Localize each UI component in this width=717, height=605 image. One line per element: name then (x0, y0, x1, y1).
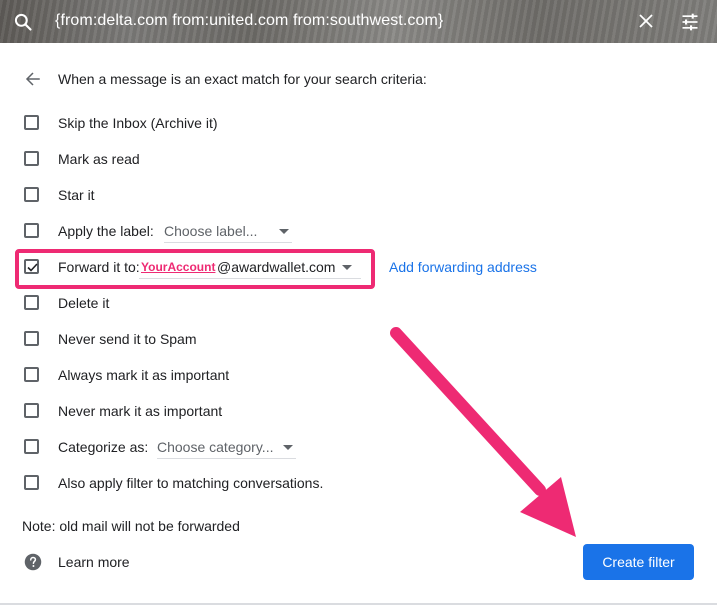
checkbox[interactable] (24, 331, 39, 346)
category-select[interactable]: Choose category... (157, 435, 296, 459)
forward-highlight-box (15, 249, 375, 289)
back-arrow-icon[interactable] (24, 70, 42, 88)
checkbox[interactable] (24, 367, 39, 382)
option-label: Star it (58, 187, 95, 203)
option-never-spam[interactable]: Never send it to Spam (0, 327, 717, 351)
tune-icon[interactable] (680, 12, 700, 32)
search-bar[interactable]: {from:delta.com from:united.com from:sou… (0, 0, 717, 43)
option-label: Delete it (58, 295, 110, 311)
option-label: Never mark it as important (58, 403, 223, 419)
create-filter-button[interactable]: Create filter (583, 544, 694, 580)
checkbox[interactable] (24, 439, 39, 454)
option-mark-as-read[interactable]: Mark as read (0, 147, 717, 171)
checkbox[interactable] (24, 223, 39, 238)
checkbox[interactable] (24, 187, 39, 202)
option-always-important[interactable]: Always mark it as important (0, 363, 717, 387)
option-delete-it[interactable]: Delete it (0, 291, 717, 315)
option-apply-label[interactable]: Apply the label: Choose label... (0, 219, 717, 243)
add-forwarding-address-link[interactable]: Add forwarding address (389, 259, 537, 275)
option-apply-to-conversations[interactable]: Also apply filter to matching conversati… (0, 471, 717, 495)
chevron-down-icon (283, 445, 293, 450)
option-categorize[interactable]: Categorize as: Choose category... (0, 435, 717, 459)
filter-heading: When a message is an exact match for you… (58, 71, 427, 87)
label-select-value: Choose label... (164, 223, 258, 239)
checkbox[interactable] (24, 151, 39, 166)
checkbox[interactable] (24, 295, 39, 310)
checkbox[interactable] (24, 115, 39, 130)
option-label: Mark as read (58, 151, 140, 167)
category-select-value: Choose category... (157, 439, 274, 455)
option-label: Categorize as: (58, 439, 149, 455)
checkbox[interactable] (24, 475, 39, 490)
checkbox[interactable] (24, 403, 39, 418)
option-label: Always mark it as important (58, 367, 230, 383)
option-label: Skip the Inbox (Archive it) (58, 115, 218, 131)
learn-more-link[interactable]: Learn more (58, 554, 130, 570)
option-label: Apply the label: (58, 223, 154, 239)
option-skip-inbox[interactable]: Skip the Inbox (Archive it) (0, 111, 717, 135)
forward-note: Note: old mail will not be forwarded (22, 518, 240, 534)
option-star-it[interactable]: Star it (0, 183, 717, 207)
close-icon[interactable] (637, 12, 655, 30)
search-input[interactable]: {from:delta.com from:united.com from:sou… (55, 12, 443, 30)
option-label: Also apply filter to matching conversati… (58, 475, 324, 491)
option-never-important[interactable]: Never mark it as important (0, 399, 717, 423)
label-select[interactable]: Choose label... (164, 219, 292, 243)
help-icon (24, 553, 42, 571)
option-label: Never send it to Spam (58, 331, 197, 347)
chevron-down-icon (279, 229, 289, 234)
search-icon[interactable] (13, 12, 33, 32)
